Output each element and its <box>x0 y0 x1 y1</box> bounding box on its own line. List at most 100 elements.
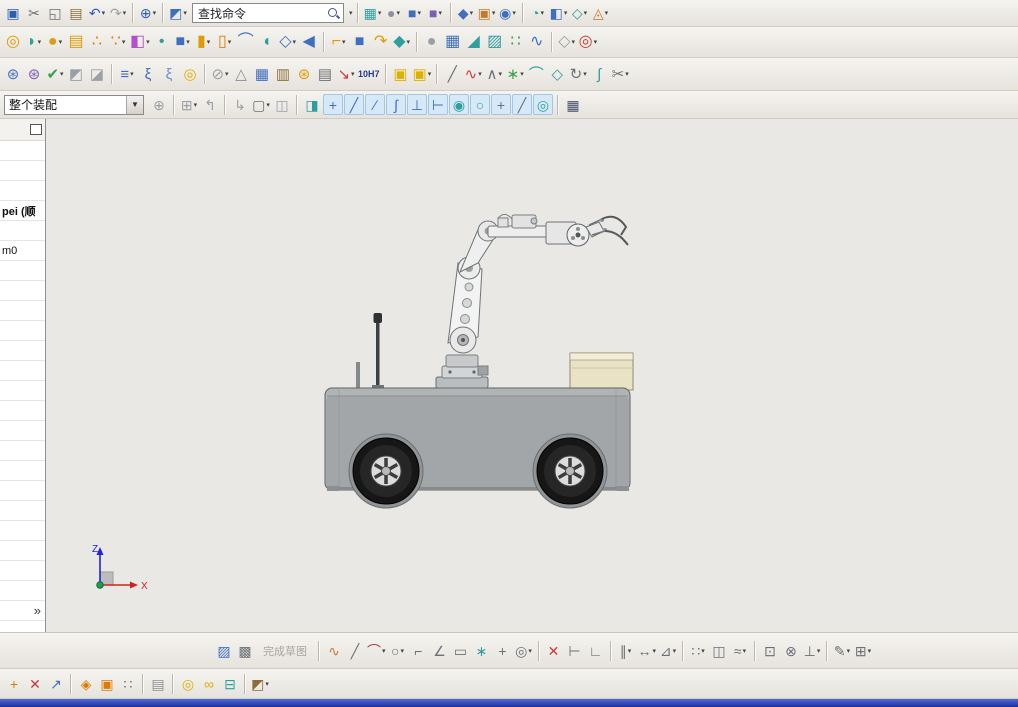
tree-row[interactable] <box>0 181 45 201</box>
marquee-select-icon[interactable]: ▢ ▾ <box>251 94 271 116</box>
tree-row[interactable] <box>0 461 45 481</box>
gear-pair-icon[interactable]: ⊛ <box>3 63 23 85</box>
flange-icon[interactable]: ⌐ ▾ <box>329 31 349 53</box>
point-star-icon[interactable]: ∗ ▾ <box>505 63 525 85</box>
tree-row[interactable] <box>0 541 45 561</box>
tree-row[interactable] <box>0 401 45 421</box>
point-set-icon[interactable]: ∷ <box>506 31 526 53</box>
expand-panel-arrow[interactable]: » <box>34 603 41 618</box>
selection-filter-icon[interactable]: ⊕ <box>149 94 169 116</box>
tree-row[interactable]: pei (顺 <box>0 201 45 221</box>
snap-target-icon[interactable]: ◎ <box>533 94 553 115</box>
snap-options-icon[interactable]: ⊞ ▾ <box>179 94 199 116</box>
add-component-icon[interactable]: ◧ ▾ <box>129 31 151 53</box>
sketch-task-icon[interactable]: ▨ <box>214 640 234 662</box>
dropdown-arrow-icon[interactable]: ▾ <box>400 647 404 655</box>
dropdown-arrow-icon[interactable]: ▾ <box>817 647 821 655</box>
chamfer-tool-icon[interactable]: ∠ <box>430 640 450 662</box>
dropdown-arrow-icon[interactable]: ▾ <box>512 9 516 17</box>
rotate-view-icon[interactable]: ● ▾ <box>384 2 404 24</box>
dropdown-arrow-icon[interactable]: ▾ <box>59 38 63 46</box>
mirror-curve-icon[interactable]: ◫ <box>709 640 729 662</box>
dropdown-arrow-icon[interactable]: ▾ <box>293 38 297 46</box>
dropdown-arrow-icon[interactable]: ▾ <box>498 70 502 78</box>
undock-icon[interactable] <box>30 124 42 135</box>
dropdown-arrow-icon[interactable]: ▾ <box>378 9 382 17</box>
dropdown-arrow-icon[interactable]: ▾ <box>628 647 632 655</box>
move-face-icon[interactable]: ◧ ▾ <box>549 2 569 24</box>
ring-icon[interactable]: ◎ <box>178 673 198 695</box>
shaded-select-icon[interactable]: ◨ <box>302 94 322 116</box>
dropdown-arrow-icon[interactable]: ▾ <box>38 38 42 46</box>
corner-arc-icon[interactable]: ⌐ <box>409 640 429 662</box>
tree-row[interactable] <box>0 281 45 301</box>
redo-icon[interactable]: ↷ ▾ <box>108 2 128 24</box>
undo-icon[interactable]: ↶ ▾ <box>87 2 107 24</box>
tree-row[interactable] <box>0 161 45 181</box>
cube-icon[interactable]: ■ <box>350 31 370 53</box>
dropdown-arrow-icon[interactable]: ▾ <box>146 38 150 46</box>
frame-icon[interactable]: ▥ <box>273 63 293 85</box>
project-curve-icon[interactable]: ⊡ <box>760 640 780 662</box>
dropdown-arrow-icon[interactable]: ▾ <box>653 647 657 655</box>
plane-icon[interactable]: ◩ <box>66 63 86 85</box>
line-tool-icon[interactable]: ╱ <box>345 640 365 662</box>
rectangle-tool-icon[interactable]: ▭ <box>451 640 471 662</box>
gears-icon[interactable]: ⊛ <box>294 63 314 85</box>
tree-row[interactable] <box>0 261 45 281</box>
dropdown-arrow-icon[interactable]: ▾ <box>492 9 496 17</box>
verify-icon[interactable]: ✔ ▾ <box>45 63 65 85</box>
feature-group-icon[interactable]: ▣ ▾ <box>477 2 497 24</box>
tree-row[interactable] <box>0 441 45 461</box>
list-icon[interactable]: ≡ ▾ <box>117 63 137 85</box>
line-icon[interactable]: ╱ <box>442 63 462 85</box>
tree-row[interactable] <box>0 481 45 501</box>
dropdown-arrow-icon[interactable]: ▾ <box>342 38 346 46</box>
search-dropdown-arrow-icon[interactable]: ▾ <box>349 9 353 17</box>
robot-vehicle-model[interactable] <box>324 213 634 509</box>
snap-center-icon[interactable]: ◉ <box>449 94 469 115</box>
torus-icon[interactable]: ◎ <box>3 31 23 53</box>
dropdown-arrow-icon[interactable]: ▾ <box>225 70 229 78</box>
tree-row[interactable] <box>0 361 45 381</box>
hole-icon[interactable]: ◉ ▾ <box>498 2 518 24</box>
window-menu-icon[interactable]: ▣ <box>3 2 23 24</box>
snap-point-icon[interactable]: + <box>323 94 343 115</box>
down-level-icon[interactable]: ↳ <box>230 94 250 116</box>
dropdown-arrow-icon[interactable]: ▾ <box>520 70 524 78</box>
ball-icon[interactable]: ● <box>422 31 442 53</box>
solid-select-icon[interactable]: ◫ <box>272 94 292 116</box>
make-corner-icon[interactable]: ∟ <box>586 640 606 662</box>
bend-icon[interactable]: ⌒ <box>236 31 256 53</box>
hook-icon[interactable]: ↷ <box>371 31 391 53</box>
boolean-icon[interactable]: ◆ ▾ <box>456 2 476 24</box>
snap-spline-icon[interactable]: ∫ <box>386 94 406 115</box>
tree-row[interactable] <box>0 561 45 581</box>
measure-icon[interactable]: ↘ ▾ <box>336 63 356 85</box>
doc-icon[interactable]: ▤ <box>315 63 335 85</box>
paste-icon[interactable]: ▤ <box>66 2 86 24</box>
geometric-constraints-icon[interactable]: ∥ ▾ <box>616 640 636 662</box>
polyline-icon[interactable]: ∧ ▾ <box>484 63 504 85</box>
extrude-icon[interactable]: ■ ▾ <box>405 2 425 24</box>
edge-blend-icon[interactable]: ◔ ▾ <box>528 2 548 24</box>
dropdown-arrow-icon[interactable]: ▾ <box>130 70 134 78</box>
datum-csys-icon[interactable]: ⊕ ▾ <box>138 2 158 24</box>
arc-tool-icon[interactable]: ⌒ ▾ <box>366 640 387 662</box>
intersect-curve-icon[interactable]: ⊗ <box>781 640 801 662</box>
csys-icon[interactable]: ✕ <box>25 673 45 695</box>
grid-icon[interactable]: ▦ <box>563 94 583 116</box>
dropdown-arrow-icon[interactable]: ▾ <box>102 9 106 17</box>
up-level-icon[interactable]: ↰ <box>200 94 220 116</box>
tree-row[interactable] <box>0 521 45 541</box>
tree-row[interactable] <box>0 421 45 441</box>
plane2-icon[interactable]: ◪ <box>87 63 107 85</box>
block2-icon[interactable]: ■ ▾ <box>173 31 193 53</box>
quick-extend-icon[interactable]: ⊢ <box>565 640 585 662</box>
dropdown-arrow-icon[interactable]: ▾ <box>183 9 187 17</box>
tree-row[interactable] <box>0 141 45 161</box>
disable-icon[interactable]: ⊘ ▾ <box>210 63 230 85</box>
combo-dropdown-arrow-icon[interactable]: ▼ <box>126 95 143 114</box>
gear2-icon[interactable]: ⊛ <box>24 63 44 85</box>
face-icon[interactable]: ◆ ▾ <box>392 31 412 53</box>
